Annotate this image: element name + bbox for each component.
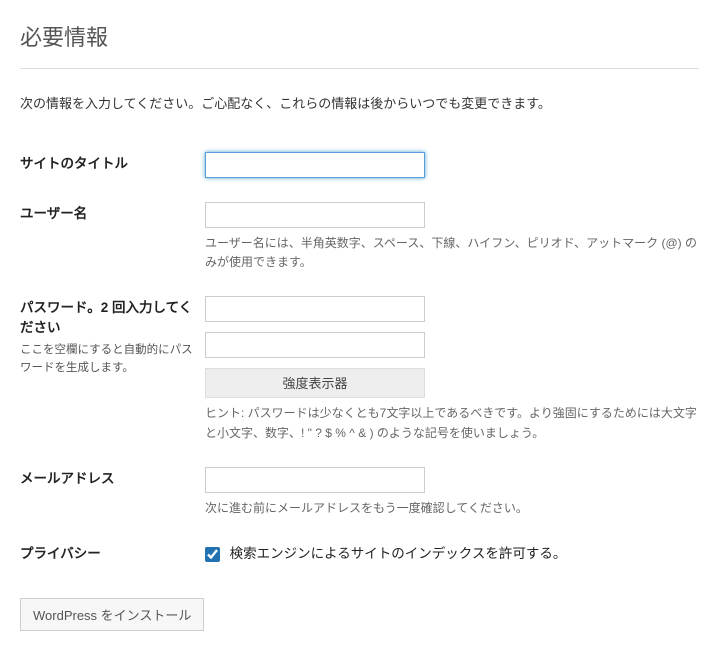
password-label: パスワード。2 回入力してください [20, 300, 192, 335]
privacy-checkbox-label: 検索エンジンによるサイトのインデックスを許可する。 [230, 546, 567, 561]
email-input[interactable] [205, 467, 425, 493]
password-sublabel: ここを空欄にすると自動的にパスワードを生成します。 [20, 342, 195, 377]
password-input-1[interactable] [205, 296, 425, 322]
username-label: ユーザー名 [20, 190, 205, 284]
install-form: サイトのタイトル ユーザー名 ユーザー名には、半角英数字、スペース、下線、ハイフ… [20, 140, 699, 574]
privacy-checkbox[interactable] [205, 547, 220, 562]
privacy-label: プライバシー [20, 530, 205, 574]
email-hint: 次に進む前にメールアドレスをもう一度確認してください。 [205, 499, 699, 518]
username-input[interactable] [205, 202, 425, 228]
password-input-2[interactable] [205, 332, 425, 358]
divider [20, 68, 699, 69]
privacy-option[interactable]: 検索エンジンによるサイトのインデックスを許可する。 [205, 546, 566, 561]
email-label: メールアドレス [20, 455, 205, 530]
password-hint: ヒント: パスワードは少なくとも7文字以上であるべきです。より強固にするためには… [205, 404, 699, 442]
page-title: 必要情報 [20, 20, 699, 52]
intro-text: 次の情報を入力してください。ご心配なく、これらの情報は後からいつでも変更できます… [20, 93, 699, 112]
username-hint: ユーザー名には、半角英数字、スペース、下線、ハイフン、ピリオド、アットマーク (… [205, 234, 699, 272]
site-title-input[interactable] [205, 152, 425, 178]
install-button[interactable]: WordPress をインストール [20, 598, 204, 631]
password-strength-meter: 強度表示器 [205, 368, 425, 398]
site-title-label: サイトのタイトル [20, 140, 205, 190]
